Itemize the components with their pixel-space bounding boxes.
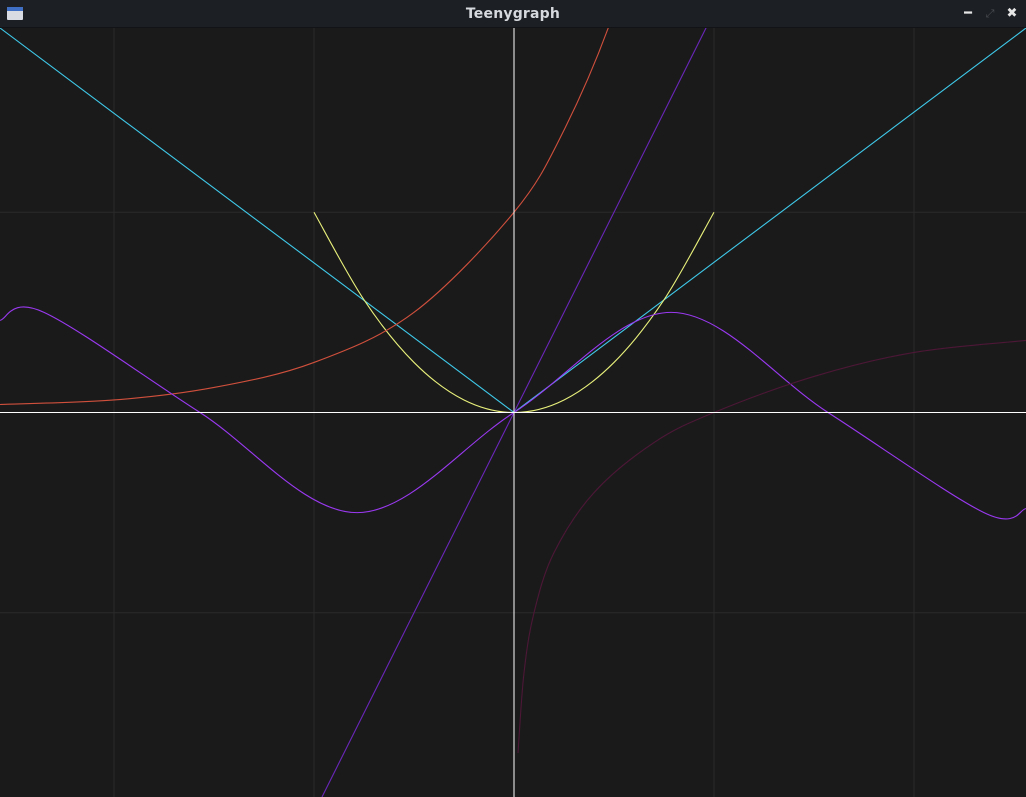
title-bar[interactable]: Teenygraph ━ ⤢ ✖ (0, 0, 1026, 28)
minimize-icon[interactable]: ━ (960, 4, 976, 22)
graph-svg (0, 28, 1026, 797)
restore-icon[interactable]: ⤢ (982, 4, 998, 22)
graph-canvas[interactable] (0, 28, 1026, 797)
close-icon[interactable]: ✖ (1004, 4, 1020, 22)
window-title: Teenygraph (465, 5, 561, 22)
app-window: Teenygraph ━ ⤢ ✖ (0, 0, 1026, 797)
window-controls: ━ ⤢ ✖ (960, 4, 1020, 22)
app-window-icon[interactable] (7, 7, 23, 20)
